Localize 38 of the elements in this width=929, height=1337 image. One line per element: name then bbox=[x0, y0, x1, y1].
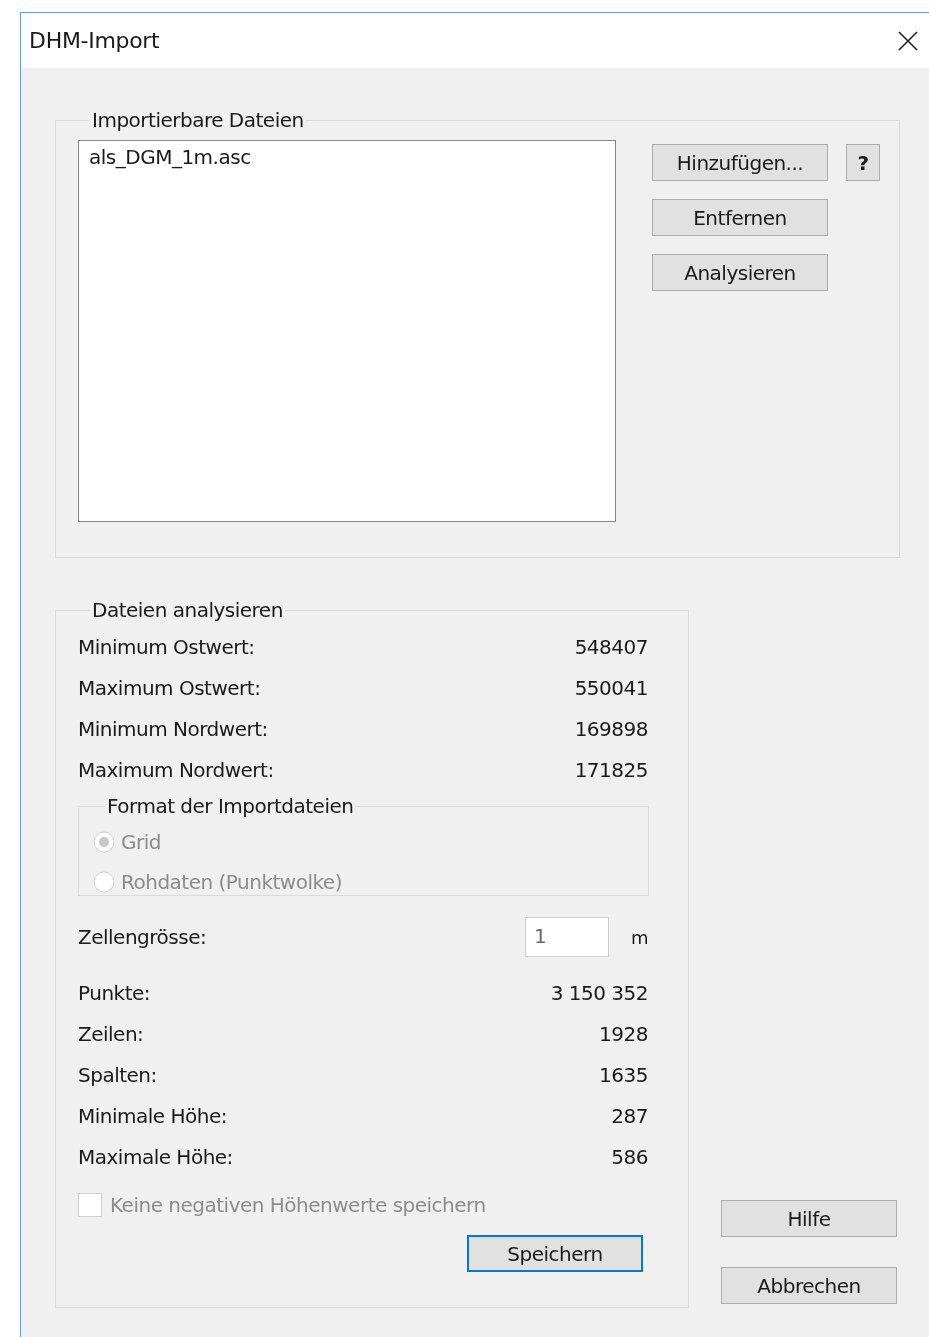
field-label: Maximale Höhe: bbox=[78, 1144, 233, 1169]
field-label: Maximum Nordwert: bbox=[78, 757, 274, 782]
field-value: 287 bbox=[611, 1103, 648, 1128]
cancel-button[interactable]: Abbrechen bbox=[721, 1267, 897, 1304]
cell-size-field[interactable]: 1 bbox=[524, 917, 609, 957]
field-label: Punkte: bbox=[78, 980, 151, 1005]
field-label: Minimum Nordwert: bbox=[78, 716, 268, 741]
field-value: 1635 bbox=[599, 1062, 648, 1087]
help-button[interactable]: Hilfe bbox=[721, 1200, 897, 1237]
window-title: DHM-Import bbox=[29, 28, 160, 53]
field-value: 586 bbox=[611, 1144, 648, 1169]
field-value: 548407 bbox=[574, 634, 648, 659]
field-value: 171825 bbox=[574, 757, 648, 782]
file-item[interactable]: als_DGM_1m.asc bbox=[87, 145, 607, 169]
field-label: Spalten: bbox=[78, 1062, 157, 1087]
help-button[interactable]: ? bbox=[846, 144, 880, 181]
radio-label: Rohdaten (Punktwolke) bbox=[121, 870, 342, 894]
file-list[interactable]: als_DGM_1m.asc bbox=[78, 140, 616, 522]
field-value: 3 150 352 bbox=[550, 980, 648, 1005]
field-value: 169898 bbox=[574, 716, 648, 741]
field-label: Zeilen: bbox=[78, 1021, 144, 1046]
field-label: Minimum Ostwert: bbox=[78, 634, 255, 659]
field-label: Maximum Ostwert: bbox=[78, 675, 261, 700]
remove-button[interactable]: Entfernen bbox=[652, 199, 828, 236]
checkbox-label: Keine negativen Höhenwerte speichern bbox=[110, 1193, 486, 1217]
analyze-button[interactable]: Analysieren bbox=[652, 254, 828, 291]
radio-label: Grid bbox=[121, 830, 161, 854]
field-label: Zellengrösse: bbox=[78, 925, 208, 949]
group-title: Format der Importdateien bbox=[106, 794, 355, 818]
group-title: Importierbare Dateien bbox=[91, 108, 305, 132]
unit-label: m bbox=[630, 926, 648, 948]
add-button[interactable]: Hinzufügen... bbox=[652, 144, 828, 181]
group-title: Dateien analysieren bbox=[91, 598, 284, 622]
close-icon[interactable] bbox=[897, 29, 919, 52]
field-value: 550041 bbox=[574, 675, 648, 700]
field-label: Minimale Höhe: bbox=[78, 1103, 227, 1128]
field-value: 1928 bbox=[599, 1021, 648, 1046]
save-button[interactable]: Speichern bbox=[467, 1235, 643, 1272]
